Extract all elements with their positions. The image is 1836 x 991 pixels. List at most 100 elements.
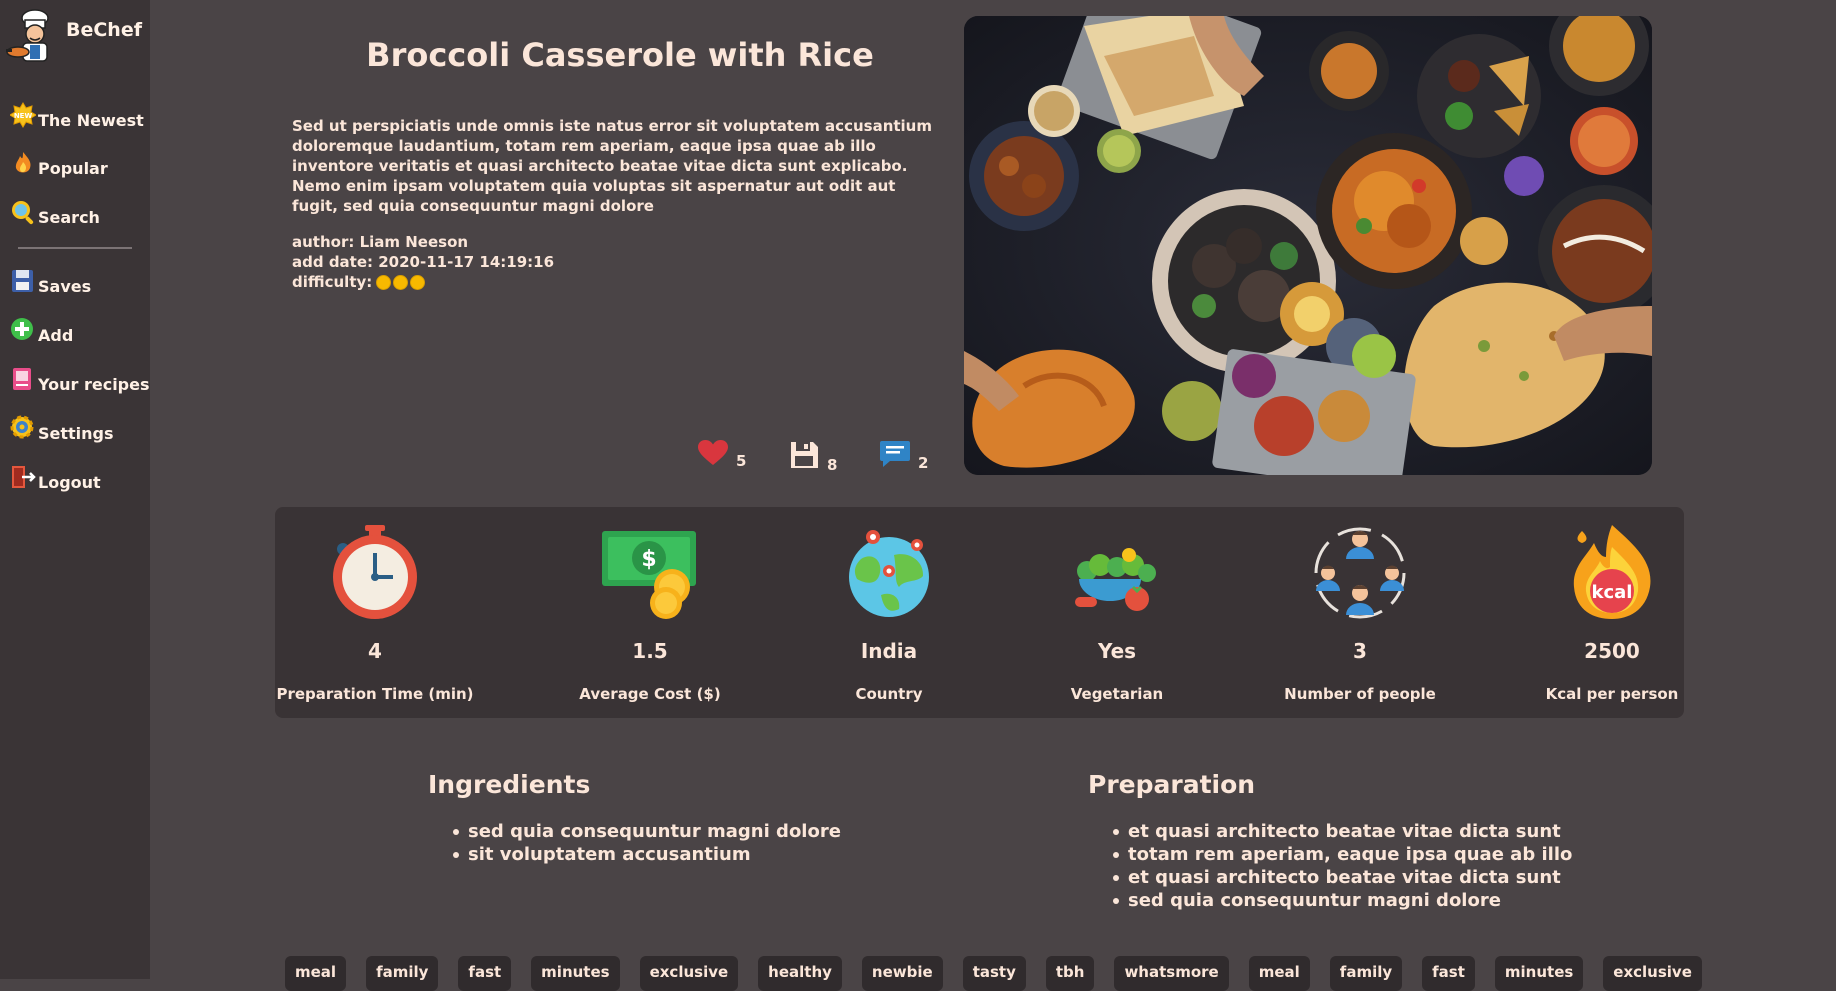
tag[interactable]: fast <box>1422 956 1475 991</box>
flame-icon <box>10 150 36 176</box>
tag[interactable]: minutes <box>1494 956 1584 991</box>
plus-circle-icon <box>10 317 36 343</box>
svg-text:NEW: NEW <box>14 112 33 120</box>
preparation-step: et quasi architecto beatae vitae dicta s… <box>1110 820 1572 843</box>
nav-label: Your recipes <box>38 375 150 394</box>
difficulty-label: difficulty: <box>292 273 373 291</box>
info-cost: $ 1.5 Average Cost ($) <box>550 507 750 718</box>
preparation-step: sed quia consequuntur magni dolore <box>1110 889 1572 912</box>
recipe-book-icon <box>10 366 36 392</box>
kcal-badge-text: kcal <box>1592 582 1633 603</box>
svg-text:$: $ <box>641 547 656 572</box>
tag[interactable]: meal <box>285 956 347 991</box>
nav-label: Popular <box>38 159 108 178</box>
tag[interactable]: tbh <box>1045 956 1095 991</box>
logo[interactable]: BeChef <box>6 8 142 66</box>
ingredient-item: sit voluptatem accusantium <box>450 843 841 866</box>
save-count: 8 <box>827 456 838 474</box>
recipe-title: Broccoli Casserole with Rice <box>366 36 874 74</box>
cost-value: 1.5 <box>632 639 668 663</box>
magnifier-icon <box>10 199 36 225</box>
prep-time-value: 4 <box>368 639 382 663</box>
gear-icon <box>10 415 36 441</box>
ingredient-item: sed quia consequuntur magni dolore <box>450 820 841 843</box>
tag[interactable]: minutes <box>531 956 620 991</box>
tag[interactable]: meal <box>1248 956 1310 991</box>
prep-time-label: Preparation Time (min) <box>276 685 474 703</box>
nav-item-saves[interactable]: Saves <box>10 268 91 296</box>
floppy-icon <box>10 268 36 294</box>
cost-label: Average Cost ($) <box>579 685 721 703</box>
globe-icon <box>839 521 939 621</box>
info-vegetarian: Yes Vegetarian <box>1017 507 1217 718</box>
preparation-list: et quasi architecto beatae vitae dicta s… <box>1110 820 1572 912</box>
nav-label: Saves <box>38 277 92 296</box>
preparation-step: et quasi architecto beatae vitae dicta s… <box>1110 866 1572 889</box>
vegetarian-value: Yes <box>1097 639 1137 663</box>
difficulty-rating <box>374 274 426 290</box>
comment-button[interactable]: 2 <box>880 440 928 472</box>
chef-logo-icon <box>6 8 64 66</box>
tag[interactable]: fast <box>458 956 512 991</box>
people-label: Number of people <box>1284 685 1436 703</box>
country-value: India <box>860 639 918 663</box>
difficulty-dot <box>410 274 426 290</box>
nav-item-your-recipes[interactable]: Your recipes <box>10 366 150 394</box>
heart-icon <box>698 440 728 470</box>
nav-item-popular[interactable]: Popular <box>10 150 108 178</box>
recipe-meta: author: Liam Neeson add date: 2020-11-17… <box>292 232 554 292</box>
preparation-step: totam rem aperiam, eaque ipsa quae ab il… <box>1110 843 1572 866</box>
tag[interactable]: healthy <box>758 956 842 991</box>
kcal-value: 2500 <box>1584 639 1640 663</box>
recipe-add-date: add date: 2020-11-17 14:19:16 <box>292 253 555 271</box>
difficulty-dot <box>393 274 409 290</box>
nav-item-settings[interactable]: Settings <box>10 415 114 443</box>
money-icon: $ <box>600 521 700 621</box>
nav-label: Settings <box>38 424 114 443</box>
nav-item-search[interactable]: Search <box>10 199 100 227</box>
tag-list: meal family fast minutes exclusive healt… <box>285 956 1722 991</box>
nav-item-add[interactable]: Add <box>10 317 73 345</box>
nav-item-logout[interactable]: Logout <box>10 464 101 492</box>
nav-item-newest[interactable]: NEW The Newest <box>9 102 144 130</box>
tag[interactable]: whatsmore <box>1114 956 1229 991</box>
comment-count: 2 <box>918 454 929 472</box>
recipe-info-panel: 4 Preparation Time (min) $ 1.5 Average C… <box>275 507 1684 718</box>
sidebar: BeChef NEW The Newest Popular Search Sav… <box>0 0 150 979</box>
like-count: 5 <box>736 452 747 470</box>
difficulty-dot <box>376 274 392 290</box>
tag[interactable]: tasty <box>962 956 1026 991</box>
app-name: BeChef <box>66 19 142 41</box>
country-label: Country <box>855 685 923 703</box>
vegetarian-label: Vegetarian <box>1070 685 1164 703</box>
nav-label: Add <box>38 326 74 345</box>
tag[interactable]: newbie <box>861 956 943 991</box>
info-kcal: kcal 2500 Kcal per person <box>1512 507 1712 718</box>
floppy-icon <box>789 440 819 474</box>
kcal-label: Kcal per person <box>1545 685 1679 703</box>
tag[interactable]: exclusive <box>1603 956 1702 991</box>
nav-label: The Newest <box>38 111 144 130</box>
tag[interactable]: exclusive <box>639 956 739 991</box>
like-button[interactable]: 5 <box>698 440 746 470</box>
nav-divider <box>18 247 132 249</box>
stopwatch-icon <box>325 521 425 621</box>
comment-icon <box>880 440 910 472</box>
recipe-image <box>964 16 1652 475</box>
tag[interactable]: family <box>1329 956 1403 991</box>
info-prep-time: 4 Preparation Time (min) <box>275 507 475 718</box>
preparation-title: Preparation <box>1088 770 1256 799</box>
recipe-difficulty: difficulty: <box>292 272 554 292</box>
salad-icon <box>1067 521 1167 621</box>
nav-label: Logout <box>38 473 101 492</box>
new-badge-icon: NEW <box>9 102 37 128</box>
info-country: India Country <box>789 507 989 718</box>
people-value: 3 <box>1353 639 1367 663</box>
tag[interactable]: family <box>366 956 439 991</box>
ingredients-title: Ingredients <box>428 770 591 799</box>
save-button[interactable]: 8 <box>789 440 837 474</box>
recipe-description: Sed ut perspiciatis unde omnis iste natu… <box>292 117 932 215</box>
kcal-flame-icon: kcal <box>1562 521 1662 621</box>
ingredients-list: sed quia consequuntur magni dolore sit v… <box>450 820 841 866</box>
nav-label: Search <box>38 208 100 227</box>
